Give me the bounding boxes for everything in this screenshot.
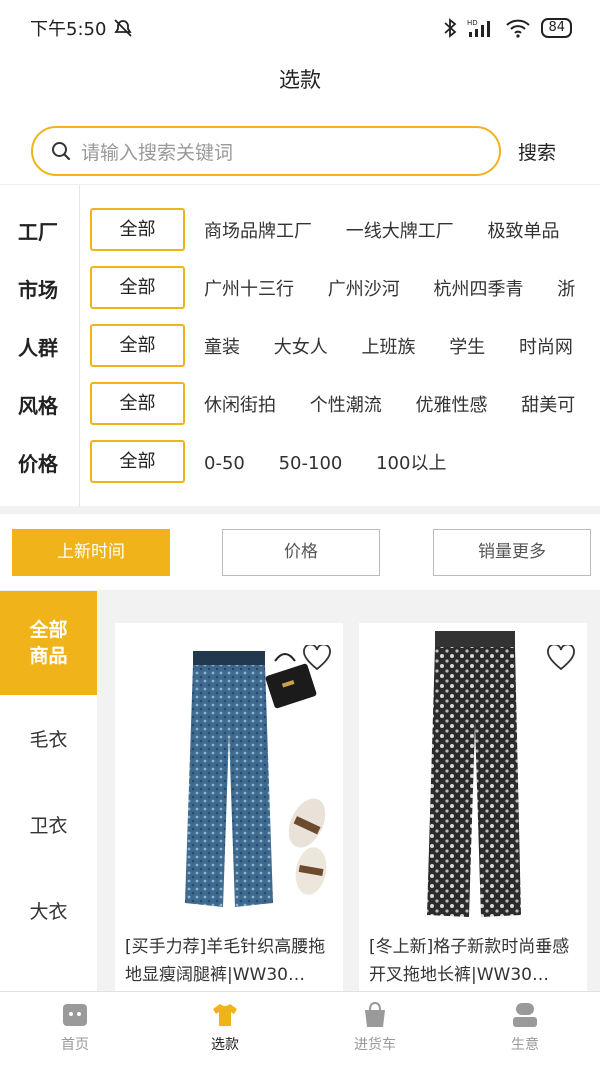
- category-all-line2: 商品: [29, 645, 68, 667]
- search-icon: [52, 142, 71, 161]
- filter-all-button[interactable]: 全部: [90, 440, 185, 483]
- filter-option[interactable]: 休闲街拍: [204, 395, 276, 416]
- filter-label: 市场: [18, 278, 58, 302]
- sort-bar: 上新时间 价格 销量更多: [0, 514, 600, 590]
- category-item[interactable]: 毛衣: [0, 695, 97, 781]
- filter-option[interactable]: 广州十三行: [204, 279, 294, 300]
- filter-option[interactable]: 100以上: [376, 453, 446, 474]
- filter-option[interactable]: 个性潮流: [310, 395, 382, 416]
- search-input[interactable]: 请输入搜索关键词: [31, 126, 501, 176]
- category-item[interactable]: 大衣: [0, 867, 97, 953]
- filter-option[interactable]: 一线大牌工厂: [346, 221, 454, 242]
- favorite-heart-icon[interactable]: [303, 645, 331, 671]
- bluetooth-icon: [444, 18, 457, 38]
- filter-row-market: 市场 全部 广州十三行 广州沙河 杭州四季青 浙: [0, 266, 600, 310]
- status-bar: 下午5:50 HD 84: [0, 0, 600, 56]
- search-row: 请输入搜索关键词 搜索: [0, 116, 600, 184]
- filter-option[interactable]: 甜美可: [521, 395, 575, 416]
- category-all[interactable]: 全部 商品: [0, 591, 97, 695]
- filter-option[interactable]: 0-50: [204, 453, 245, 474]
- status-time: 下午5:50: [30, 19, 107, 40]
- search-button[interactable]: 搜索: [518, 138, 556, 165]
- filter-option[interactable]: 上班族: [361, 337, 415, 358]
- filter-row-audience: 人群 全部 童装 大女人 上班族 学生 时尚网: [0, 324, 600, 368]
- search-placeholder: 请输入搜索关键词: [81, 141, 234, 164]
- product-grid: [买手力荐]羊毛针织高腰拖地显瘦阔腿裤|WW30… [冬上新]格子新款时尚垂感开…: [97, 591, 600, 991]
- filter-option[interactable]: 浙: [557, 279, 575, 300]
- shopping-bag-icon: [365, 1002, 385, 1027]
- tab-label: 选款: [211, 1037, 239, 1053]
- filter-option[interactable]: 优雅性感: [415, 395, 487, 416]
- wifi-icon: [506, 19, 531, 38]
- filter-label: 工厂: [18, 220, 58, 244]
- sort-price-button[interactable]: 价格: [222, 529, 380, 576]
- product-title: [冬上新]格子新款时尚垂感开叉拖地长裤|WW30…: [369, 937, 570, 985]
- filter-panel: 工厂 全部 商场品牌工厂 一线大牌工厂 极致单品 市场 全部 广州十三行 广州沙…: [0, 184, 600, 507]
- filter-option[interactable]: 广州沙河: [328, 279, 400, 300]
- signal-icon: HD: [467, 19, 491, 37]
- filter-all-button[interactable]: 全部: [90, 324, 185, 367]
- filter-all-button[interactable]: 全部: [90, 266, 185, 309]
- category-sidebar: 全部 商品 毛衣 卫衣 大衣: [0, 591, 97, 991]
- filter-option[interactable]: 时尚网: [519, 337, 573, 358]
- svg-text:HD: HD: [467, 19, 478, 27]
- shirt-icon: [213, 1004, 237, 1026]
- filter-option[interactable]: 童装: [204, 337, 240, 358]
- filter-option[interactable]: 学生: [449, 337, 485, 358]
- page-title: 选款: [0, 56, 600, 116]
- sort-new-button[interactable]: 上新时间: [12, 529, 170, 576]
- category-all-line1: 全部: [29, 619, 68, 641]
- filter-option[interactable]: 极致单品: [487, 221, 559, 242]
- tab-label: 首页: [61, 1037, 89, 1053]
- filter-option[interactable]: 大女人: [274, 337, 328, 358]
- home-icon: [63, 1004, 87, 1026]
- product-title: [买手力荐]羊毛针织高腰拖地显瘦阔腿裤|WW30…: [125, 937, 326, 985]
- filter-label: 价格: [18, 452, 58, 476]
- filter-row-factory: 工厂 全部 商场品牌工厂 一线大牌工厂 极致单品: [0, 208, 600, 252]
- filter-row-price: 价格 全部 0-50 50-100 100以上: [0, 440, 600, 484]
- business-icon: [513, 1003, 537, 1027]
- filter-all-button[interactable]: 全部: [90, 382, 185, 425]
- filter-label: 人群: [18, 336, 58, 360]
- battery-indicator: 84: [541, 18, 572, 38]
- filter-label: 风格: [18, 394, 58, 418]
- sort-sales-button[interactable]: 销量更多: [433, 529, 591, 576]
- filter-option[interactable]: 商场品牌工厂: [204, 221, 312, 242]
- mute-icon: [114, 19, 133, 37]
- favorite-heart-icon[interactable]: [547, 645, 575, 671]
- tab-select[interactable]: 选款: [175, 1002, 275, 1054]
- product-card[interactable]: [冬上新]格子新款时尚垂感开叉拖地长裤|WW30…: [359, 623, 587, 991]
- filter-row-style: 风格 全部 休闲街拍 个性潮流 优雅性感 甜美可: [0, 382, 600, 426]
- tab-cart[interactable]: 进货车: [325, 1002, 425, 1054]
- filter-option[interactable]: 杭州四季青: [433, 279, 523, 300]
- tab-business[interactable]: 生意: [475, 1002, 575, 1054]
- category-item[interactable]: 卫衣: [0, 781, 97, 867]
- filter-all-button[interactable]: 全部: [90, 208, 185, 251]
- product-card[interactable]: [买手力荐]羊毛针织高腰拖地显瘦阔腿裤|WW30…: [115, 623, 343, 991]
- filter-option[interactable]: 50-100: [279, 453, 343, 474]
- tab-label: 进货车: [354, 1037, 396, 1053]
- tab-home[interactable]: 首页: [25, 1002, 125, 1054]
- tab-label: 生意: [511, 1037, 539, 1053]
- bottom-tab-bar: 首页 选款 进货车 生意: [0, 991, 600, 1067]
